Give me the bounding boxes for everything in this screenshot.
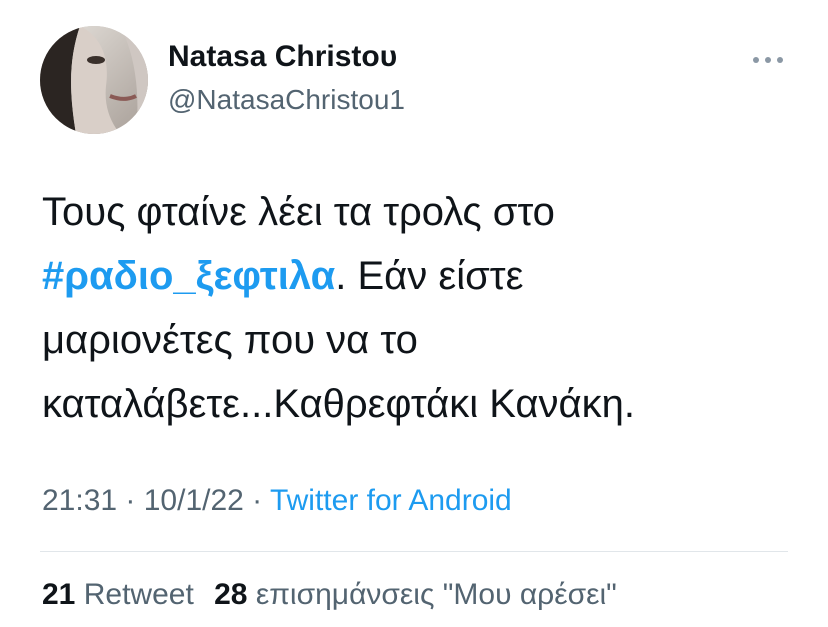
author-handle[interactable]: @NatasaChristou1 bbox=[168, 84, 405, 116]
likes-count: 28 bbox=[214, 578, 248, 611]
hashtag-link[interactable]: #ραδιο_ξεφτιλα bbox=[42, 254, 335, 298]
divider bbox=[40, 551, 788, 552]
tweet-text-line: μαριονέτες που να το bbox=[42, 318, 418, 362]
tweet-text-line: καταλάβετε...Καθρεφτάκι Κανάκη. bbox=[42, 382, 636, 426]
retweets-count: 21 bbox=[42, 578, 76, 611]
tweet-date[interactable]: 10/1/22 bbox=[144, 484, 244, 517]
tweet-text: Τους φταίνε λέει τα τρολς στο #ραδιο_ξεφ… bbox=[42, 180, 802, 436]
more-options-button[interactable] bbox=[748, 44, 788, 76]
likes-stat[interactable]: 28 επισημάνσεις "Μου αρέσει" bbox=[214, 578, 617, 611]
tweet-time[interactable]: 21:31 bbox=[42, 484, 117, 517]
tweet-source-link[interactable]: Twitter for Android bbox=[270, 484, 512, 517]
tweet-text-line: . Εάν είστε bbox=[335, 254, 524, 298]
retweets-stat[interactable]: 21 Retweet bbox=[42, 578, 194, 611]
meta-separator: · bbox=[117, 484, 144, 517]
retweets-label: Retweet bbox=[83, 578, 194, 611]
author-display-name[interactable]: Natasa Christου bbox=[168, 40, 397, 74]
tweet-card: Natasa Christου @NatasaChristou1 Τους φτ… bbox=[0, 0, 828, 627]
tweet-metadata: 21:31 · 10/1/22 · Twitter for Android bbox=[42, 484, 512, 518]
more-horizontal-icon bbox=[753, 57, 783, 63]
avatar[interactable] bbox=[40, 26, 148, 134]
tweet-stats: 21 Retweet 28 επισημάνσεις "Μου αρέσει" bbox=[42, 578, 617, 612]
meta-separator: · bbox=[243, 484, 270, 517]
likes-label: επισημάνσεις "Μου αρέσει" bbox=[255, 578, 617, 611]
tweet-text-line: Τους φταίνε λέει τα τρολς στο bbox=[42, 190, 555, 234]
avatar-image bbox=[40, 26, 148, 134]
